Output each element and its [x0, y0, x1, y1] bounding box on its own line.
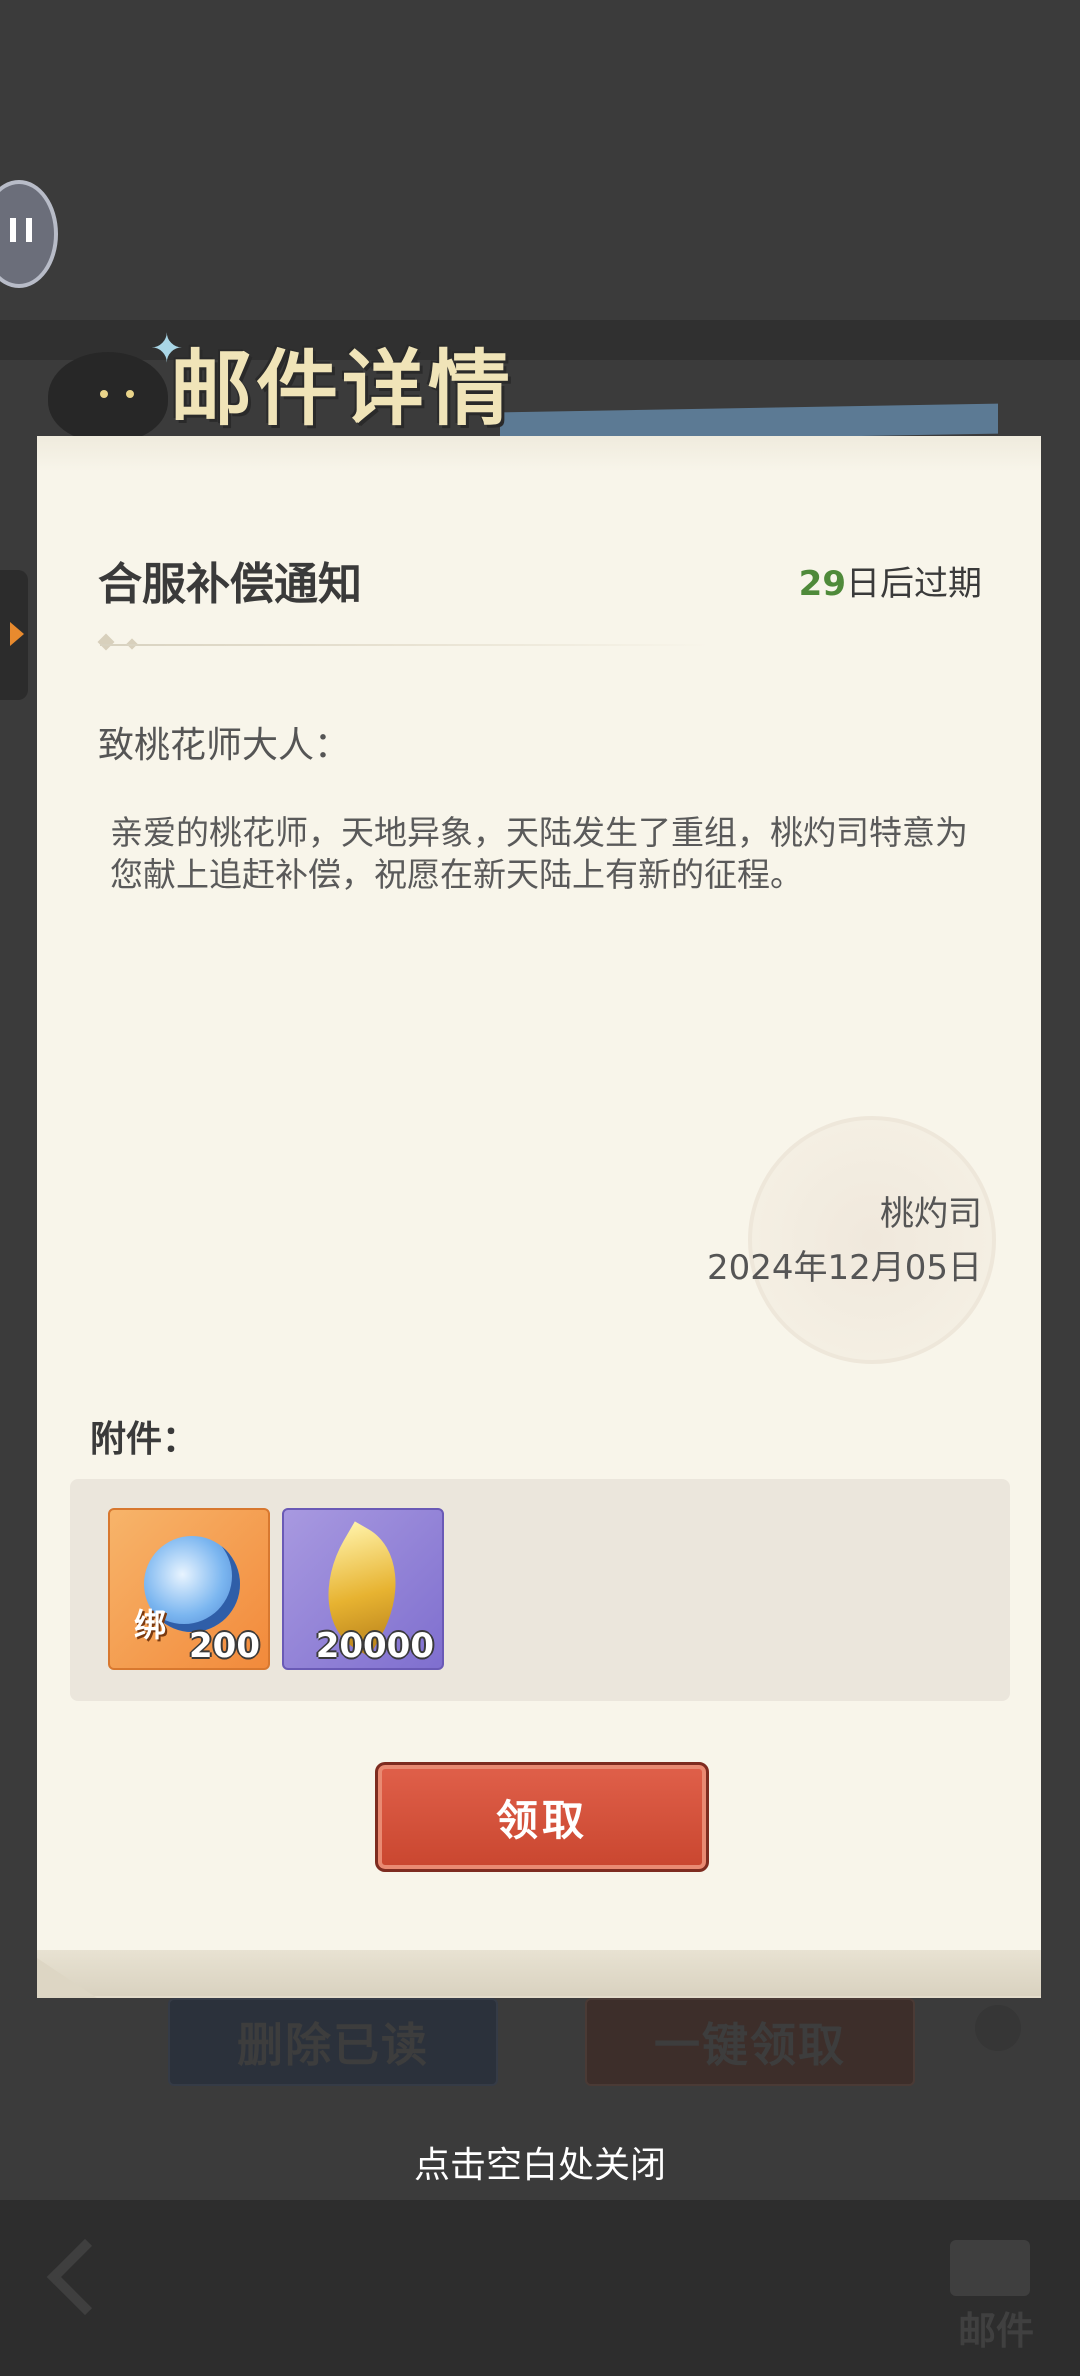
- claim-all-button: 一键领取: [585, 1998, 915, 2086]
- expand-arrow-icon: [10, 622, 24, 646]
- expiry-suffix: 日后过期: [846, 564, 982, 604]
- claim-button[interactable]: 领取: [375, 1762, 709, 1872]
- mail-body: 亲爱的桃花师，天地异象，天陆发生了重组，桃灼司特意为您献上追赶补偿，祝愿在新天陆…: [110, 813, 968, 894]
- item-quantity: 200: [189, 1626, 260, 1666]
- delete-read-button: 删除已读: [168, 1998, 498, 2086]
- mail-icon: [950, 2240, 1030, 2296]
- mail-greeting: 致桃花师大人：: [98, 725, 351, 766]
- bound-tag: 绑: [134, 1606, 167, 1644]
- expiry-text: 29日后过期: [799, 556, 982, 605]
- attachment-item-blue-gem[interactable]: 绑 200: [108, 1508, 270, 1670]
- side-expand-tab[interactable]: [0, 570, 28, 700]
- attachment-item-gold-leaf[interactable]: 20000: [282, 1508, 444, 1670]
- mail-date: 2024年12月05日: [706, 1248, 982, 1288]
- mail-subject: 合服补偿通知: [98, 559, 362, 610]
- mail-tab-label: 邮件: [958, 2309, 1035, 2353]
- bottom-bar: [0, 2200, 1080, 2376]
- expiry-days: 29: [798, 564, 846, 604]
- attachments-label: 附件：: [90, 1419, 199, 1460]
- item-quantity: 20000: [315, 1626, 434, 1666]
- divider: [100, 644, 710, 646]
- info-icon: [975, 2005, 1021, 2051]
- close-hint[interactable]: 点击空白处关闭: [0, 2136, 1080, 2188]
- page-title: 邮件详情: [170, 341, 515, 437]
- card-bottom-edge: [37, 1950, 1041, 1996]
- mail-signature: 桃灼司: [880, 1194, 982, 1234]
